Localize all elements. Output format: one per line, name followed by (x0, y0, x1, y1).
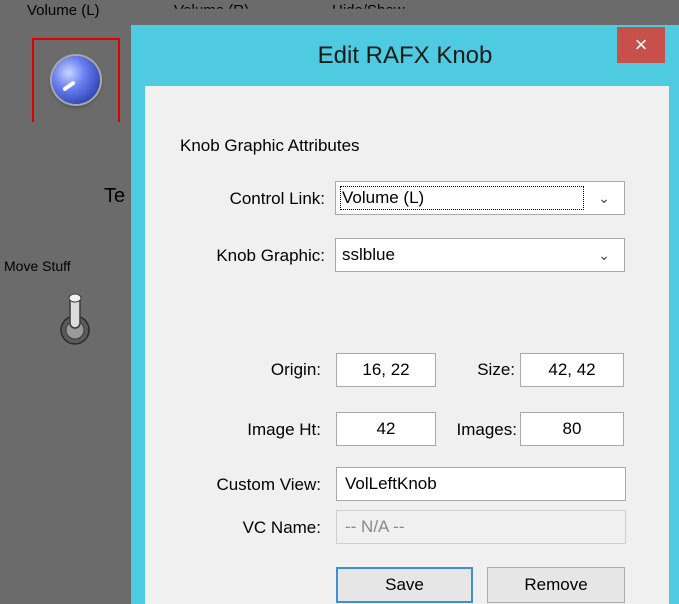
volume-r-label: Volume (R) (174, 2, 250, 19)
text-fragment-label: Te (104, 185, 126, 207)
images-label: Images: (456, 420, 517, 439)
close-button[interactable]: × (617, 27, 665, 63)
vc-name-label: VC Name: (242, 518, 321, 537)
custom-view-field[interactable]: VolLeftKnob (336, 467, 626, 501)
image-ht-label: Image Ht: (247, 420, 321, 439)
chevron-down-icon: ⌄ (598, 190, 610, 206)
images-field[interactable]: 80 (520, 412, 624, 446)
vc-name-field: -- N/A -- (336, 510, 626, 544)
save-button[interactable]: Save (336, 567, 473, 603)
edit-knob-dialog: Edit RAFX Knob × Knob Graphic Attributes… (131, 25, 679, 604)
volume-l-label: Volume (L) (27, 2, 100, 19)
hide-show-label: Hide/Show (332, 2, 405, 19)
dialog-client-area: Knob Graphic Attributes Control Link: Vo… (145, 86, 669, 604)
size-label: Size: (477, 360, 515, 379)
image-ht-field[interactable]: 42 (336, 412, 436, 446)
origin-field[interactable]: 16, 22 (336, 353, 436, 387)
section-heading: Knob Graphic Attributes (180, 136, 360, 155)
size-field[interactable]: 42, 42 (520, 353, 624, 387)
control-link-select[interactable]: Volume (L) ⌄ (335, 181, 625, 215)
toggle-switch-icon[interactable] (56, 290, 94, 348)
chevron-down-icon: ⌄ (598, 247, 610, 263)
custom-view-label: Custom View: (216, 475, 321, 494)
knob-graphic-select[interactable]: sslblue ⌄ (335, 238, 625, 272)
control-link-value: Volume (L) (342, 188, 425, 207)
close-icon: × (634, 32, 648, 57)
move-stuff-label: Move Stuff (4, 258, 71, 274)
knob-graphic-label: Knob Graphic: (216, 246, 325, 265)
knob-graphic-value: sslblue (342, 245, 395, 264)
dialog-title: Edit RAFX Knob (317, 42, 493, 69)
volume-knob[interactable] (52, 56, 100, 104)
control-link-label: Control Link: (229, 189, 325, 208)
remove-button[interactable]: Remove (487, 567, 625, 603)
origin-label: Origin: (270, 360, 321, 379)
